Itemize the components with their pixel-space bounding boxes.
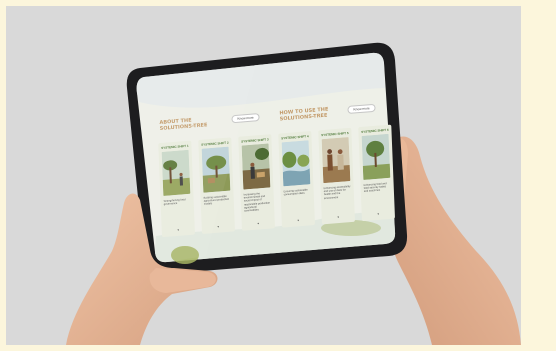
shift-illustration	[201, 146, 231, 193]
expand-arrow-icon[interactable]: ▾	[282, 217, 315, 224]
shift-description: Strengthening food governance	[163, 198, 186, 207]
expand-arrow-icon[interactable]: ▾	[162, 227, 195, 234]
expand-arrow-icon[interactable]: ▾	[322, 214, 355, 221]
expand-arrow-icon[interactable]: ▾	[362, 211, 395, 218]
shift-illustration	[161, 149, 191, 196]
tablet-screen-content: ABOUT THE SOLUTIONS-TREE Know more HOW T…	[146, 68, 406, 278]
shift-description: Increasing the environmental and social …	[243, 192, 271, 213]
photo-scene: ABOUT THE SOLUTIONS-TREE Know more HOW T…	[6, 6, 521, 345]
right-arm	[389, 136, 521, 345]
shift-card[interactable]: SYSTEMIC SHIFT 2 Building sustainable ag…	[198, 137, 235, 234]
shift-illustration	[281, 140, 311, 187]
howto-title: HOW TO USE THE SOLUTIONS-TREE	[279, 106, 329, 122]
know-more-button-howto[interactable]: Know more	[347, 103, 376, 114]
shift-card[interactable]: SYSTEMIC SHIFT 1 Strengthening food gove…	[158, 140, 195, 238]
about-title: ABOUT THE SOLUTIONS-TREE	[159, 117, 208, 132]
shift-card[interactable]: SYSTEMIC SHIFT 3 Increasing the environm…	[238, 134, 275, 231]
shift-description: Ensuring sustainable consumption diets	[283, 188, 308, 197]
know-more-button-about[interactable]: Know more	[231, 113, 260, 124]
expand-arrow-icon[interactable]: ▾	[202, 223, 235, 230]
shift-description: Enhancing accessibility and use of diets…	[323, 185, 351, 200]
shift-card[interactable]: SYSTEMIC SHIFT 6 Enhancing food and food…	[358, 124, 395, 222]
shift-illustration	[361, 133, 391, 180]
shift-card[interactable]: SYSTEMIC SHIFT 5 Enhancing accessibility…	[318, 127, 355, 225]
expand-arrow-icon[interactable]: ▾	[242, 220, 275, 227]
shift-illustration	[241, 143, 271, 190]
shift-description: Building sustainable agricultural produc…	[203, 194, 230, 207]
shift-description: Enhancing food and food security habits …	[363, 182, 387, 194]
shift-card[interactable]: SYSTEMIC SHIFT 4 Ensuring sustainable co…	[278, 130, 315, 228]
shift-illustration	[321, 137, 351, 184]
